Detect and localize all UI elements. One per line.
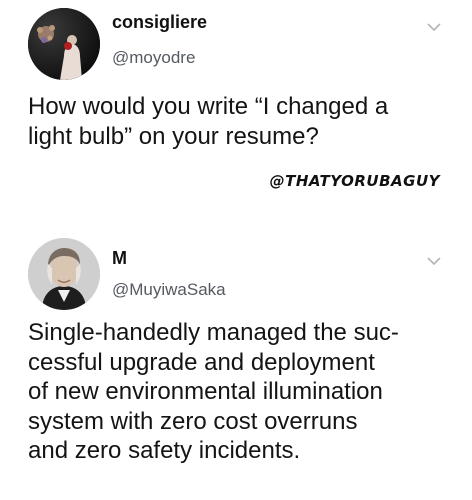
user-handle[interactable]: @moyodre (112, 48, 195, 68)
tweet-text-line: of new environmental illumination (28, 378, 383, 405)
tweet-text-line: and zero safety incidents. (28, 437, 301, 464)
avatar[interactable] (28, 8, 100, 80)
tweet-text-line: How would you write “I changed a (28, 93, 389, 120)
chevron-down-icon[interactable] (424, 254, 444, 268)
display-name[interactable]: M (112, 248, 127, 269)
display-name[interactable]: consigliere (112, 12, 207, 33)
tweet-text-line: cessful upgrade and deployment (28, 348, 375, 376)
chevron-down-icon[interactable] (424, 20, 444, 34)
tweet-m: M @MuyiwaSaka Single-handedly managed th… (0, 226, 472, 500)
avatar-photo-icon (28, 238, 100, 310)
avatar-photo-icon (28, 8, 100, 80)
tweet-text-line: light bulb” on your resume? (28, 123, 319, 150)
watermark: @THATYORUBAGUY (269, 172, 440, 190)
tweet-consigliere: consigliere @moyodre How would you write… (0, 0, 472, 218)
avatar[interactable] (28, 238, 100, 310)
tweet-text-line: Single-handedly managed the suc- (28, 319, 399, 346)
tweet-text: Single-handedly managed the suc- cessful… (28, 318, 458, 466)
user-handle[interactable]: @MuyiwaSaka (112, 280, 226, 300)
tweet-text: How would you write “I changed a light b… (28, 92, 458, 152)
tweet-text-line: system with zero cost overruns (28, 407, 358, 435)
